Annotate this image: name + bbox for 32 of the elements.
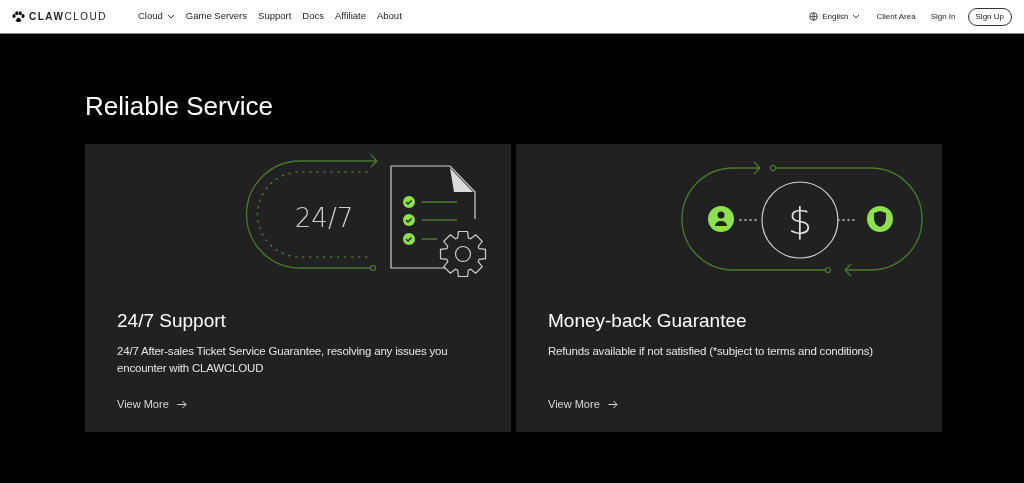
sign-in-link[interactable]: Sign In (930, 10, 956, 23)
nav-link[interactable]: Support (258, 9, 292, 24)
check-icon (403, 233, 415, 245)
client-area-link[interactable]: Client Area (876, 10, 916, 23)
card-title: 24/7 Support (117, 309, 227, 333)
shield-icon (867, 206, 893, 232)
language-selector[interactable]: English (809, 10, 861, 23)
chevron-down-icon (166, 14, 175, 19)
chevron-down-icon (852, 14, 861, 19)
view-more-link[interactable]: View More (548, 396, 910, 413)
arrow-right-icon (607, 399, 618, 409)
brand-logo[interactable]: CLAWCLOUD (29, 9, 107, 24)
badge-text: 24/7 (294, 203, 354, 233)
view-more-link[interactable]: View More (117, 396, 479, 413)
card-title: Money-back Guarantee (548, 309, 748, 333)
arrow-right-icon (176, 399, 187, 409)
user-icon (708, 206, 734, 232)
document-icon (390, 165, 476, 269)
card-description: 24/7 After-sales Ticket Service Guarantee, resolving any issues you encounter with CLAWCLOUD (117, 344, 449, 376)
nav-link[interactable]: Game Servers (185, 9, 248, 24)
dollar-sign: $ (787, 199, 813, 243)
paw-logo-icon (12, 10, 25, 23)
section-title: Reliable Service (85, 90, 274, 123)
card-description: Refunds available if not satisfied (*subject to terms and conditions) (548, 344, 874, 359)
globe-icon (809, 12, 819, 21)
nav-link[interactable]: Affiliate (335, 9, 366, 24)
nav-link[interactable]: Cloud (137, 9, 175, 24)
nav-link[interactable]: Docs (302, 9, 324, 24)
check-icon (403, 196, 415, 208)
nav-link[interactable]: About (376, 9, 402, 24)
check-icon (403, 214, 415, 226)
gear-icon (439, 230, 487, 278)
